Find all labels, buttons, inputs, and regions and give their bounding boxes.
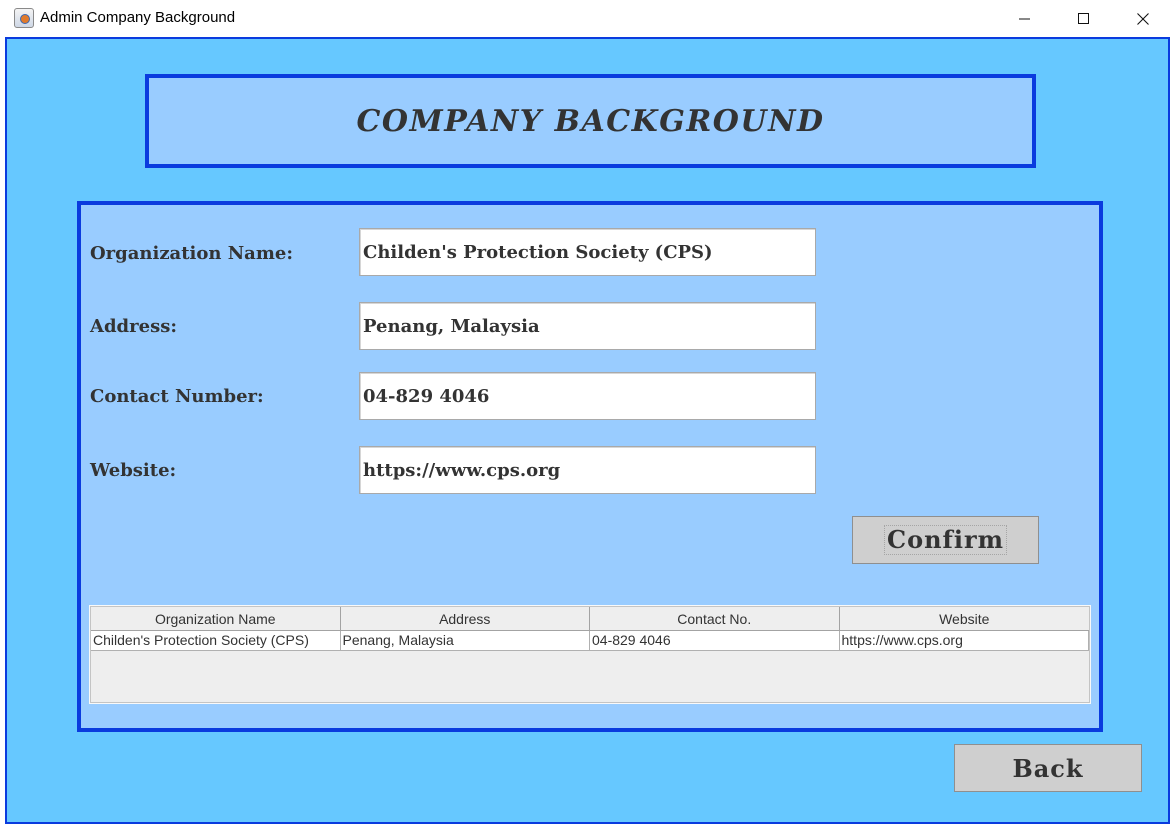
column-header-address[interactable]: Address: [340, 607, 590, 631]
heading-box: COMPANY BACKGROUND: [145, 74, 1036, 168]
org-name-input[interactable]: [359, 228, 816, 276]
content-frame: COMPANY BACKGROUND Organization Name: Ad…: [5, 37, 1170, 824]
address-label: Address:: [90, 316, 177, 337]
table-cell[interactable]: Childen's Protection Society (CPS): [91, 631, 341, 651]
confirm-button-label: Confirm: [883, 524, 1008, 556]
confirm-button[interactable]: Confirm: [852, 516, 1039, 564]
table-cell[interactable]: https://www.cps.org: [839, 631, 1089, 651]
close-icon: [1137, 12, 1149, 25]
window-title: Admin Company Background: [40, 9, 236, 26]
close-button[interactable]: [1114, 0, 1172, 37]
back-button[interactable]: Back: [954, 744, 1142, 792]
minimize-icon: [1019, 18, 1030, 19]
maximize-button[interactable]: [1055, 0, 1113, 37]
table-cell[interactable]: 04-829 4046: [590, 631, 840, 651]
minimize-button[interactable]: [996, 0, 1054, 37]
column-header-website[interactable]: Website: [839, 607, 1089, 631]
column-header-contact-no[interactable]: Contact No.: [590, 607, 840, 631]
table-row[interactable]: Childen's Protection Society (CPS) Penan…: [91, 631, 1089, 651]
org-name-label: Organization Name:: [90, 243, 293, 264]
website-label: Website:: [90, 460, 177, 481]
page-title: COMPANY BACKGROUND: [356, 103, 825, 139]
website-input[interactable]: [359, 446, 816, 494]
java-icon: [14, 8, 34, 28]
table-cell[interactable]: Penang, Malaysia: [340, 631, 590, 651]
maximize-icon: [1078, 12, 1089, 24]
column-header-organization-name[interactable]: Organization Name: [91, 607, 341, 631]
title-bar: Admin Company Background: [0, 0, 1174, 37]
address-input[interactable]: [359, 302, 816, 350]
contact-number-input[interactable]: [359, 372, 816, 420]
form-panel: Organization Name: Address: Contact Numb…: [77, 201, 1103, 732]
table-header: Organization Name Address Contact No. We…: [91, 607, 1089, 631]
contact-number-label: Contact Number:: [90, 386, 264, 407]
company-table[interactable]: Organization Name Address Contact No. We…: [90, 606, 1090, 703]
